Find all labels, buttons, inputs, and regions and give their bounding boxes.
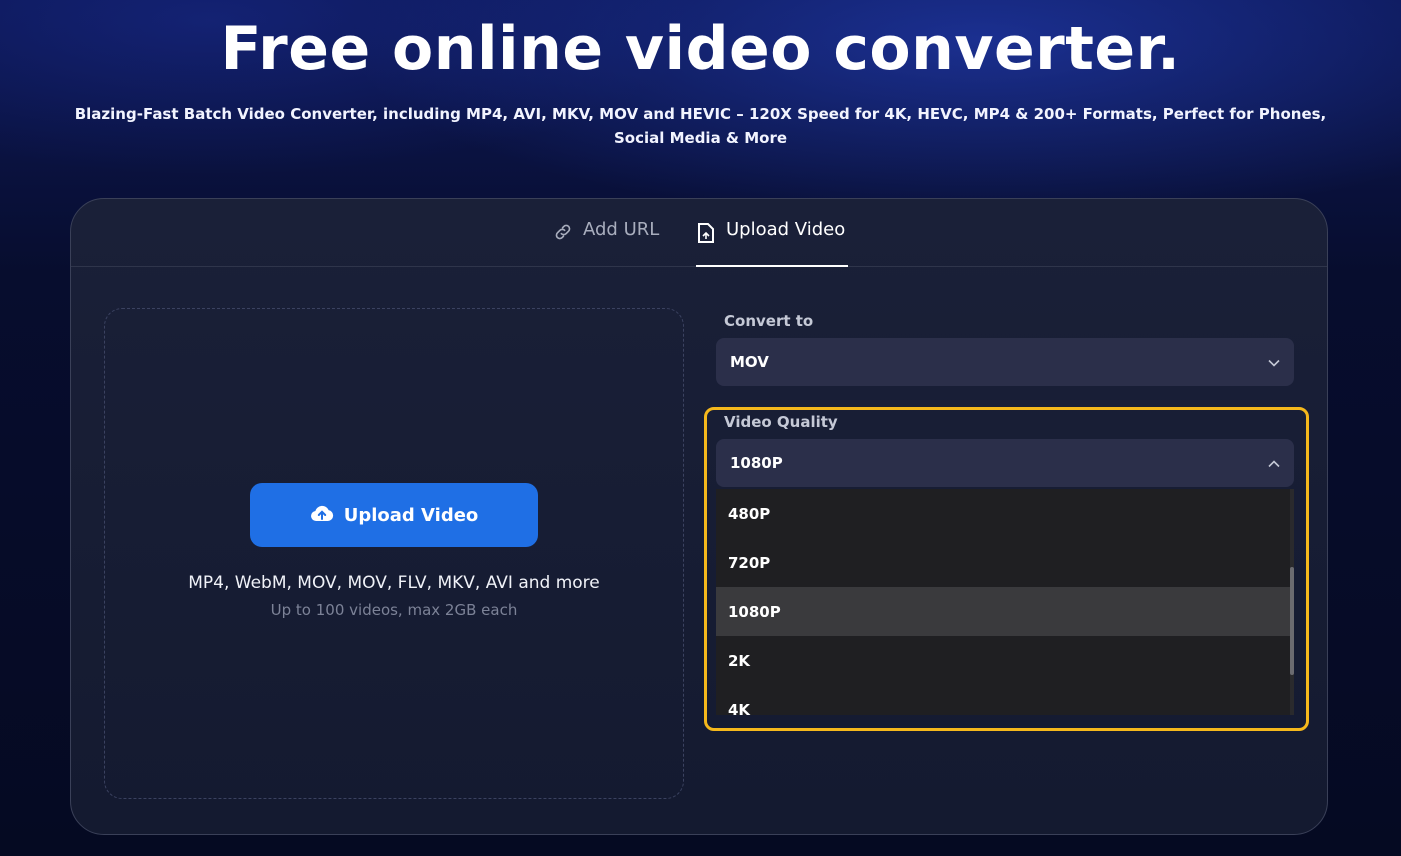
tab-add-url-label: Add URL [583,219,660,240]
video-quality-value: 1080P [730,454,783,472]
convert-to-value: MOV [730,353,769,371]
upload-video-button[interactable]: Upload Video [250,483,538,547]
convert-to-select[interactable]: MOV [716,338,1294,386]
supported-formats: MP4, WebM, MOV, MOV, FLV, MKV, AVI and m… [188,573,600,593]
tab-upload-video[interactable]: Upload Video [696,219,848,267]
chevron-up-icon [1268,454,1280,472]
upload-limits: Up to 100 videos, max 2GB each [270,601,518,619]
tab-bar: Add URL Upload Video [71,199,1327,267]
file-icon [696,219,716,249]
video-quality-label: Video Quality [724,413,838,431]
page-subtitle: Blazing-Fast Batch Video Converter, incl… [74,105,1327,147]
chevron-down-icon [1268,353,1280,371]
link-icon [553,219,573,247]
quality-option-2k[interactable]: 2K [716,636,1290,685]
tab-add-url[interactable]: Add URL [553,219,659,267]
quality-option-720p[interactable]: 720P [716,538,1290,587]
quality-option-1080p[interactable]: 1080P [716,587,1290,636]
tab-upload-video-label: Upload Video [726,219,846,240]
page-title: Free online video converter. [220,14,1181,84]
cloud-upload-icon [310,504,334,527]
video-quality-dropdown: 480P 720P 1080P 2K 4K [716,489,1294,715]
quality-option-480p[interactable]: 480P [716,489,1290,538]
dropdown-scrollbar[interactable] [1290,489,1294,715]
scrollbar-thumb[interactable] [1290,567,1294,675]
upload-video-button-label: Upload Video [343,504,479,526]
upload-dropzone[interactable]: Upload Video MP4, WebM, MOV, MOV, FLV, M… [104,308,684,799]
converter-panel: Add URL Upload Video Upload Video MP4, W… [70,198,1328,835]
convert-to-label: Convert to [724,312,814,330]
quality-option-4k[interactable]: 4K [716,685,1290,716]
video-quality-select[interactable]: 1080P [716,439,1294,487]
